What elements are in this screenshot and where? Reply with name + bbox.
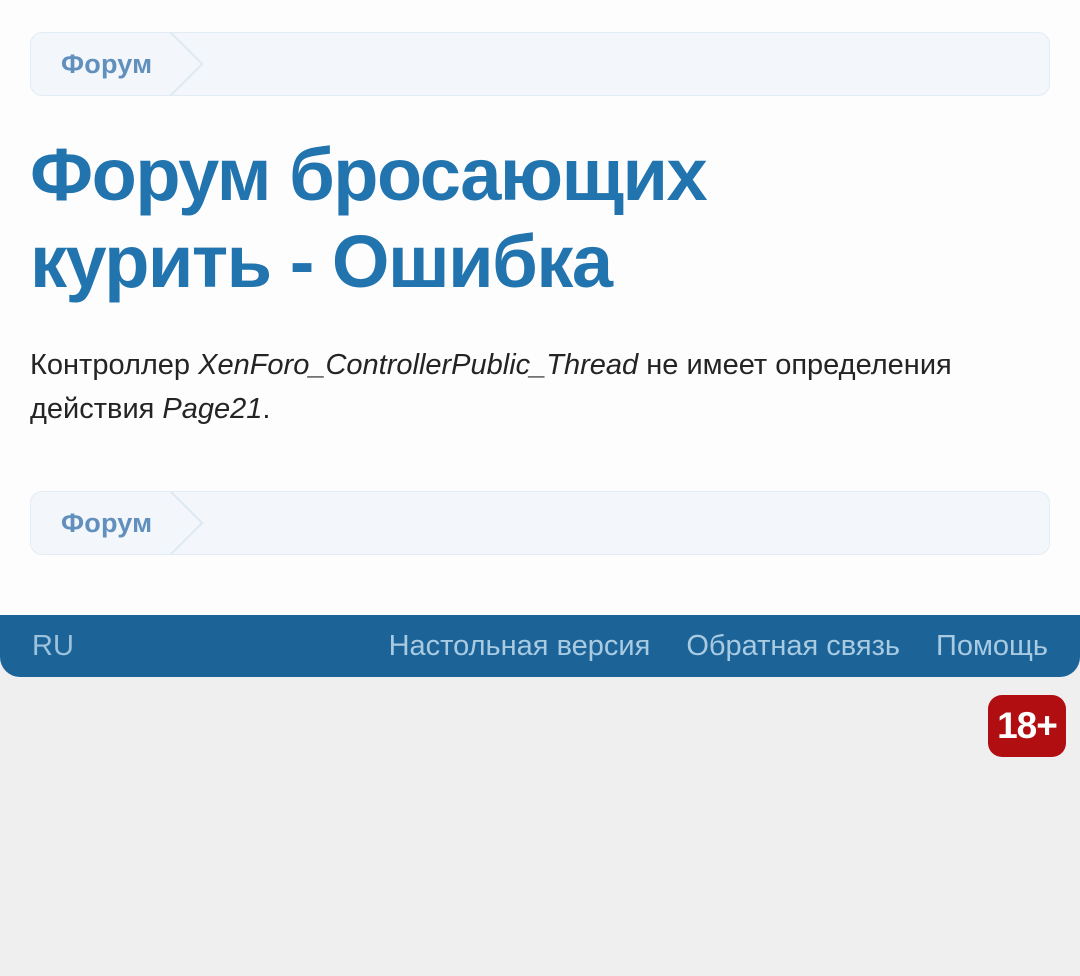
page-title: Форум бросающих курить - Ошибка	[30, 133, 708, 303]
age-rating-badge: 18+	[988, 695, 1066, 758]
error-message: Контроллер XenForo_ControllerPublic_Thre…	[30, 349, 952, 426]
footer-link-feedback[interactable]: Обратная связь	[686, 630, 900, 663]
footer-links: Настольная версия Обратная связь Помощь	[389, 630, 1048, 663]
content-spacer	[0, 555, 1080, 616]
footer-bar: RU Настольная версия Обратная связь Помо…	[0, 615, 1080, 678]
footer-link-desktop-version[interactable]: Настольная версия	[389, 630, 651, 663]
breadcrumb-bottom: Форум	[30, 491, 1050, 556]
page: Форум Форум бросающих курить - Ошибка Ко…	[0, 0, 1080, 976]
content-area: Форум Форум бросающих курить - Ошибка Ко…	[0, 0, 1080, 556]
bottom-area: 18+	[0, 677, 1080, 976]
breadcrumb-top: Форум	[30, 32, 1050, 96]
footer-link-help[interactable]: Помощь	[936, 630, 1048, 663]
language-switcher[interactable]: RU	[32, 630, 74, 663]
